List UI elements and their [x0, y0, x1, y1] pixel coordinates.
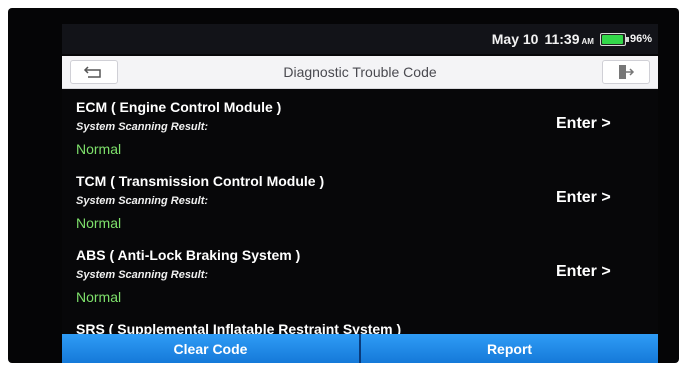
module-item-tcm[interactable]: TCM ( Transmission Control Module ) Syst… [62, 163, 658, 237]
status-bar: May 10 11:39 AM 96% [62, 24, 658, 54]
device-bezel: May 10 11:39 AM 96% Diagnostic Trouble Co… [8, 8, 679, 363]
module-result-label: System Scanning Result: [76, 195, 209, 207]
module-result-label: System Scanning Result: [76, 121, 209, 133]
module-status: Normal [76, 215, 122, 231]
report-button[interactable]: Report [361, 334, 658, 363]
module-item-abs[interactable]: ABS ( Anti-Lock Braking System ) System … [62, 237, 658, 311]
status-time-group: 11:39 AM [544, 31, 594, 47]
module-list: ECM ( Engine Control Module ) System Sca… [62, 89, 658, 334]
module-item-ecm[interactable]: ECM ( Engine Control Module ) System Sca… [62, 89, 658, 163]
module-item-srs[interactable]: SRS ( Supplemental Inflatable Restraint … [62, 311, 658, 334]
module-name: ECM ( Engine Control Module ) [76, 99, 282, 115]
enter-button[interactable]: Enter > [556, 115, 611, 133]
battery-tip [625, 36, 629, 42]
exit-icon [619, 65, 635, 79]
clear-code-button[interactable]: Clear Code [62, 334, 359, 363]
module-name: SRS ( Supplemental Inflatable Restraint … [76, 321, 402, 334]
title-bar: Diagnostic Trouble Code [62, 56, 658, 89]
battery-percent: 96% [629, 33, 652, 45]
enter-button[interactable]: Enter > [556, 263, 611, 281]
exit-button[interactable] [602, 60, 650, 84]
module-result-label: System Scanning Result: [76, 269, 209, 281]
back-arrow-icon [83, 66, 101, 78]
module-name: ABS ( Anti-Lock Braking System ) [76, 247, 301, 263]
status-info: May 10 11:39 AM 96% [492, 24, 652, 54]
battery-fill [601, 34, 624, 44]
diagnostic-screen: May 10 11:39 AM 96% Diagnostic Trouble Co… [62, 24, 658, 363]
module-status: Normal [76, 141, 122, 157]
battery-indicator: 96% [599, 32, 652, 46]
enter-button[interactable]: Enter > [556, 189, 611, 207]
back-button[interactable] [70, 60, 118, 84]
status-time: 11:39 [544, 31, 580, 47]
module-status: Normal [76, 289, 122, 305]
module-name: TCM ( Transmission Control Module ) [76, 173, 325, 189]
page-title: Diagnostic Trouble Code [283, 64, 437, 80]
status-ampm: AM [581, 37, 594, 46]
bottom-action-bar: Clear Code Report [62, 334, 658, 363]
status-date: May 10 [491, 31, 539, 47]
battery-icon [599, 32, 629, 46]
